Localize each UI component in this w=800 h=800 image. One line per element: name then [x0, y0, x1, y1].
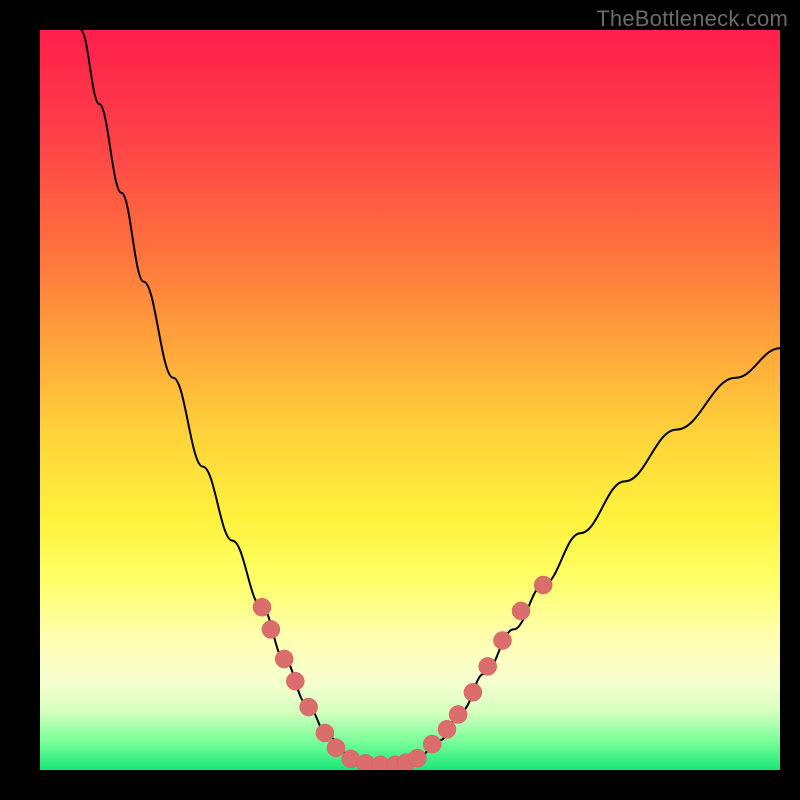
- watermark-text: TheBottleneck.com: [596, 6, 788, 32]
- data-dot: [464, 683, 482, 701]
- data-dot: [494, 632, 512, 650]
- bottleneck-curve: [81, 30, 780, 765]
- chart-svg: [40, 30, 780, 770]
- data-dot: [534, 576, 552, 594]
- data-dot: [253, 598, 271, 616]
- data-dot: [423, 735, 441, 753]
- data-dot: [286, 672, 304, 690]
- data-dot: [316, 724, 334, 742]
- data-dot: [479, 657, 497, 675]
- data-dots: [253, 576, 552, 770]
- chart-frame: TheBottleneck.com: [0, 0, 800, 800]
- data-dot: [449, 706, 467, 724]
- data-dot: [408, 749, 426, 767]
- data-dot: [438, 720, 456, 738]
- data-dot: [327, 739, 345, 757]
- data-dot: [300, 698, 318, 716]
- data-dot: [262, 620, 280, 638]
- data-dot: [512, 602, 530, 620]
- data-dot: [275, 650, 293, 668]
